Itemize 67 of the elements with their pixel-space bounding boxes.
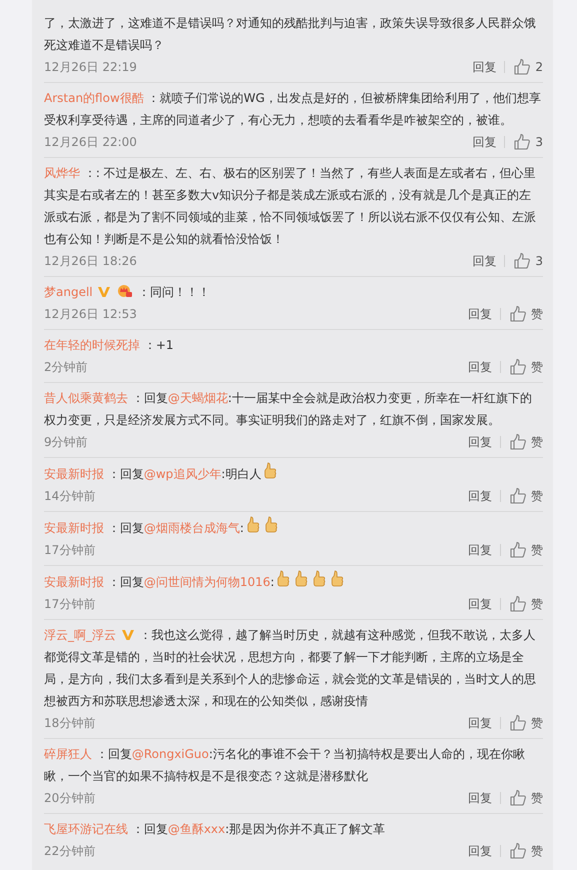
reply-button[interactable]: 回复 [468,306,492,322]
reply-button[interactable]: 回复 [468,488,492,504]
thumbs-up-emoji-icon [262,516,279,534]
reply-button[interactable]: 回复 [472,252,496,270]
thumbs-up-icon [513,252,532,270]
reply-button[interactable]: 回复 [472,134,496,150]
comment-text: 了，太激进了，这难道不是错误吗？对通知的残酷批判与迫害，政策失误导致很多人民群众饿死这难道不是错误吗？ [44,15,537,54]
comment-text: Arstan的flow很酷 ：就喷子们常说的WG，出发点是好的，但被桥牌集团给利用了，他们想享受权利享受待遇，主席的同道者少了，有心无力，想喷的去看看华是咋被架空的，被谁。 [44,90,542,129]
reply-button[interactable]: 回复 [472,58,496,76]
like-button[interactable]: 赞 [509,358,543,376]
comment-text: 安最新时报 ：回复@wp追风少年:明白人 [44,462,543,485]
thumbs-up-icon [509,595,527,613]
thumbs-up-emoji-icon [262,462,278,480]
thumbs-up-icon [509,842,527,860]
comment-time: 22分钟前 [44,842,96,860]
comment-time: 18分钟前 [44,714,96,732]
comment-time: 12月26日 22:19 [44,58,137,76]
comment-text: 碎屏狂人 ：回复@RongxiGuo:污名化的事谁不会干？当初搞特权是要出人命的，现在你瞅瞅，一个当官的如果不搞特权是不是很变态？这就是潜移默化 [44,746,526,785]
thumbs-up-icon [509,714,527,732]
like-button[interactable]: 3 [513,133,543,151]
comment-time: 17分钟前 [44,596,96,612]
reply-button[interactable]: 回复 [468,790,492,806]
thumbs-up-emoji-icon [329,570,346,588]
comment-time: 12月26日 22:00 [44,134,137,150]
thumbs-up-emoji-icon [244,516,261,534]
comment-text: 安最新时报 ：回复@问世间情为何物1016: [44,570,543,593]
comment-text: 在年轻的时候死掉 ：+1 [44,337,175,354]
thumbs-up-emoji-icon [293,570,310,588]
comment-time: 14分钟前 [44,488,96,504]
like-button[interactable]: 赞 [509,541,543,559]
like-button[interactable]: 3 [513,252,543,270]
thumbs-up-icon [509,358,527,376]
reply-button[interactable]: 回复 [468,842,492,860]
like-button[interactable]: 赞 [509,714,543,732]
comment-time: 12月26日 18:26 [44,252,137,270]
comment-time: 2分钟前 [44,358,88,376]
comment-text: 安最新时报 ：回复@烟雨楼台成海气: [44,516,543,539]
comment-text: 浮云_啊_浮云 ：我也这么觉得，越了解当时历史，就越有这种感觉，但我不敢说，太多人都觉得文革是错的，当时的社会状况，思想方向，都要了解一下才能判断，主席的立场是全局，是方向，我们太多看到是关系到个人的悲惨命运，就会觉的文革是错误的，当时文人的思想被西方和苏联思想渗透太深，和现在的公知类似，感谢疫情 [44,627,537,710]
comment-time: 20分钟前 [44,790,96,806]
comment-text: 昔人似乘黄鹤去 ：回复@天蝎烟花:十一届某中全会就是政治权力变更，所幸在一杆红旗下的权力变更，只是经济发展方式不同。事实证明我们的路走对了，红旗不倒，国家发展。 [44,390,533,429]
like-button[interactable]: 2 [513,58,543,76]
thumbs-up-icon [509,487,527,505]
like-button[interactable]: 赞 [509,842,543,860]
comment-time: 12月26日 12:53 [44,306,137,322]
thumbs-up-emoji-icon [275,570,292,588]
thumbs-up-icon [509,305,527,323]
thumbs-up-emoji-icon [311,570,328,588]
thumbs-up-icon [513,133,532,151]
comment-time: 17分钟前 [44,542,96,558]
thumbs-up-icon [513,58,532,76]
reply-button[interactable]: 回复 [468,596,492,612]
like-button[interactable]: 赞 [509,789,543,807]
comment-time: 9分钟前 [44,434,88,450]
comment-text: 飞屋环游记在线 ：回复@鱼酥xxx:那是因为你并不真正了解文革 [44,821,386,838]
comment-text: 梦angell ：同问！！！ [44,283,212,301]
reply-button[interactable]: 回复 [468,358,492,376]
reply-button[interactable]: 回复 [468,434,492,450]
thumbs-up-icon [509,789,527,807]
reply-button[interactable]: 回复 [468,714,492,732]
like-button[interactable]: 赞 [509,487,543,505]
like-button[interactable]: 赞 [509,595,543,613]
like-button[interactable]: 赞 [509,433,543,451]
thumbs-up-icon [509,433,527,451]
thumbs-up-icon [509,541,527,559]
reply-button[interactable]: 回复 [468,542,492,558]
like-button[interactable]: 赞 [509,305,543,323]
comment-text: 风烨华 ：: 不过是极左、左、右、极右的区别罢了！当然了，有些人表面是左或者右，但心里其实是右或者左的！甚至多数大v知识分子都是装成左派或右派的，没有就是几个是真正的左派或右派，都是为了割不同领域的韭菜，恰不同领域饭罢了！所以说右派不仅仅有公知、左派也有公知！判断是不是公知的就看恰没恰饭！ [44,165,537,248]
